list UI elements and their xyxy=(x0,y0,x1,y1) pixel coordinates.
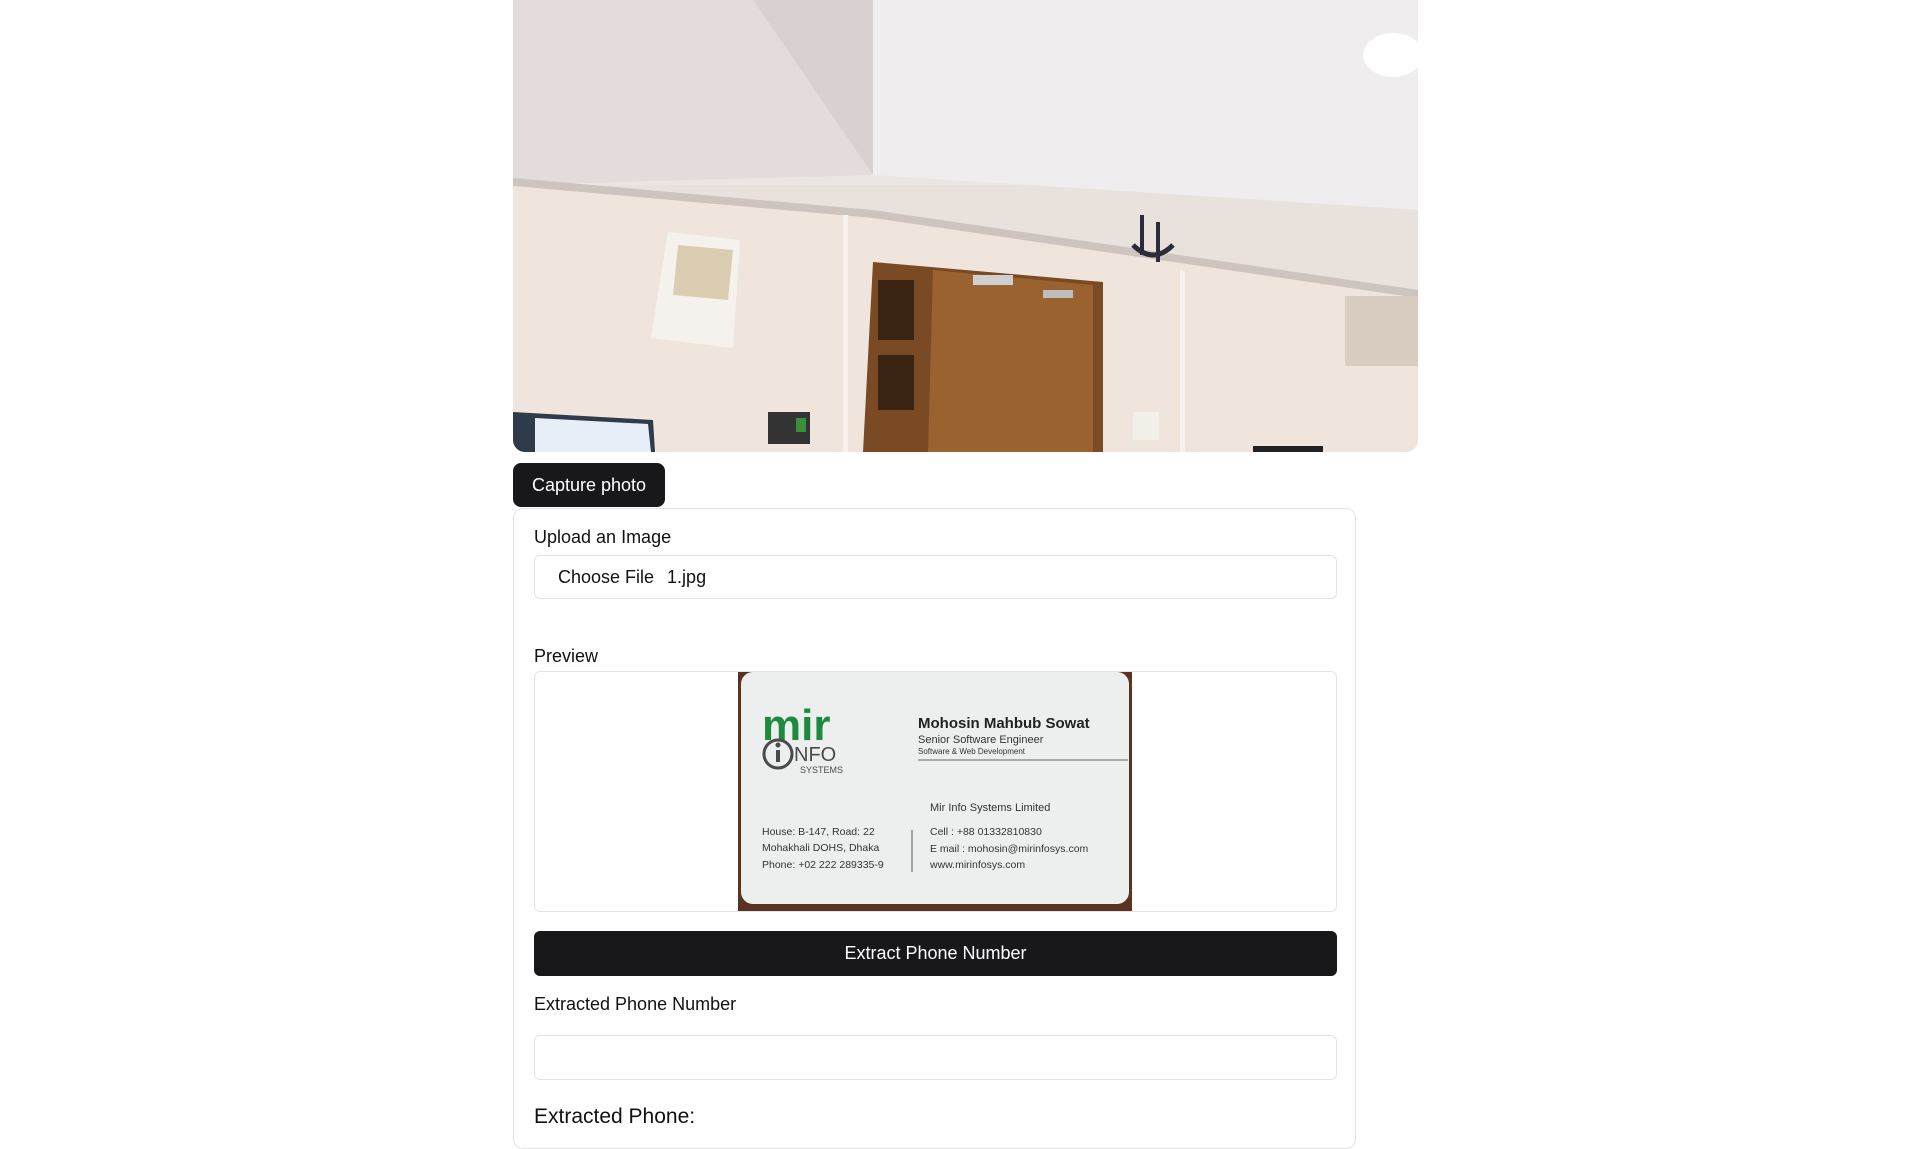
card-web: www.mirinfosys.com xyxy=(929,859,1025,871)
card-title: Senior Software Engineer xyxy=(918,734,1044,746)
choose-file-button[interactable]: Choose File xyxy=(558,567,654,588)
card-dept: Software & Web Development xyxy=(918,747,1026,756)
preview-label: Preview xyxy=(534,646,599,666)
card-company: Mir Info Systems Limited xyxy=(930,802,1050,814)
business-card-preview: mir NFO SYSTEMS Mohosin Mahbub Sowat Sen… xyxy=(738,672,1132,911)
card-address-1: House: B-147, Road: 22 xyxy=(762,826,875,838)
extract-phone-button[interactable]: Extract Phone Number xyxy=(534,931,1337,976)
extracted-phone-field[interactable] xyxy=(534,1035,1337,1080)
upload-label: Upload an Image xyxy=(534,527,672,547)
preview-container: mir NFO SYSTEMS Mohosin Mahbub Sowat Sen… xyxy=(534,671,1337,912)
card-address-2: Mohakhali DOHS, Dhaka xyxy=(762,842,879,854)
upload-card: Upload an Image Choose File 1.jpg Previe… xyxy=(513,508,1356,1149)
card-cell: Cell : +88 01332810830 xyxy=(930,826,1042,838)
logo-systems-text: SYSTEMS xyxy=(800,765,843,775)
logo-info-text: NFO xyxy=(794,744,836,766)
extracted-phone-heading: Extracted Phone: xyxy=(534,1105,696,1128)
card-phone: Phone: +02 222 289335-9 xyxy=(762,859,884,871)
extracted-phone-label: Extracted Phone Number xyxy=(534,994,737,1014)
webcam-scene xyxy=(513,0,1418,452)
selected-file-name: 1.jpg xyxy=(667,566,707,587)
capture-photo-button[interactable]: Capture photo xyxy=(513,463,665,507)
webcam-feed xyxy=(513,0,1418,452)
card-email: E mail : mohosin@mirinfosys.com xyxy=(930,843,1089,855)
file-input[interactable]: Choose File 1.jpg xyxy=(534,555,1337,599)
card-name: Mohosin Mahbub Sowat xyxy=(918,715,1090,732)
